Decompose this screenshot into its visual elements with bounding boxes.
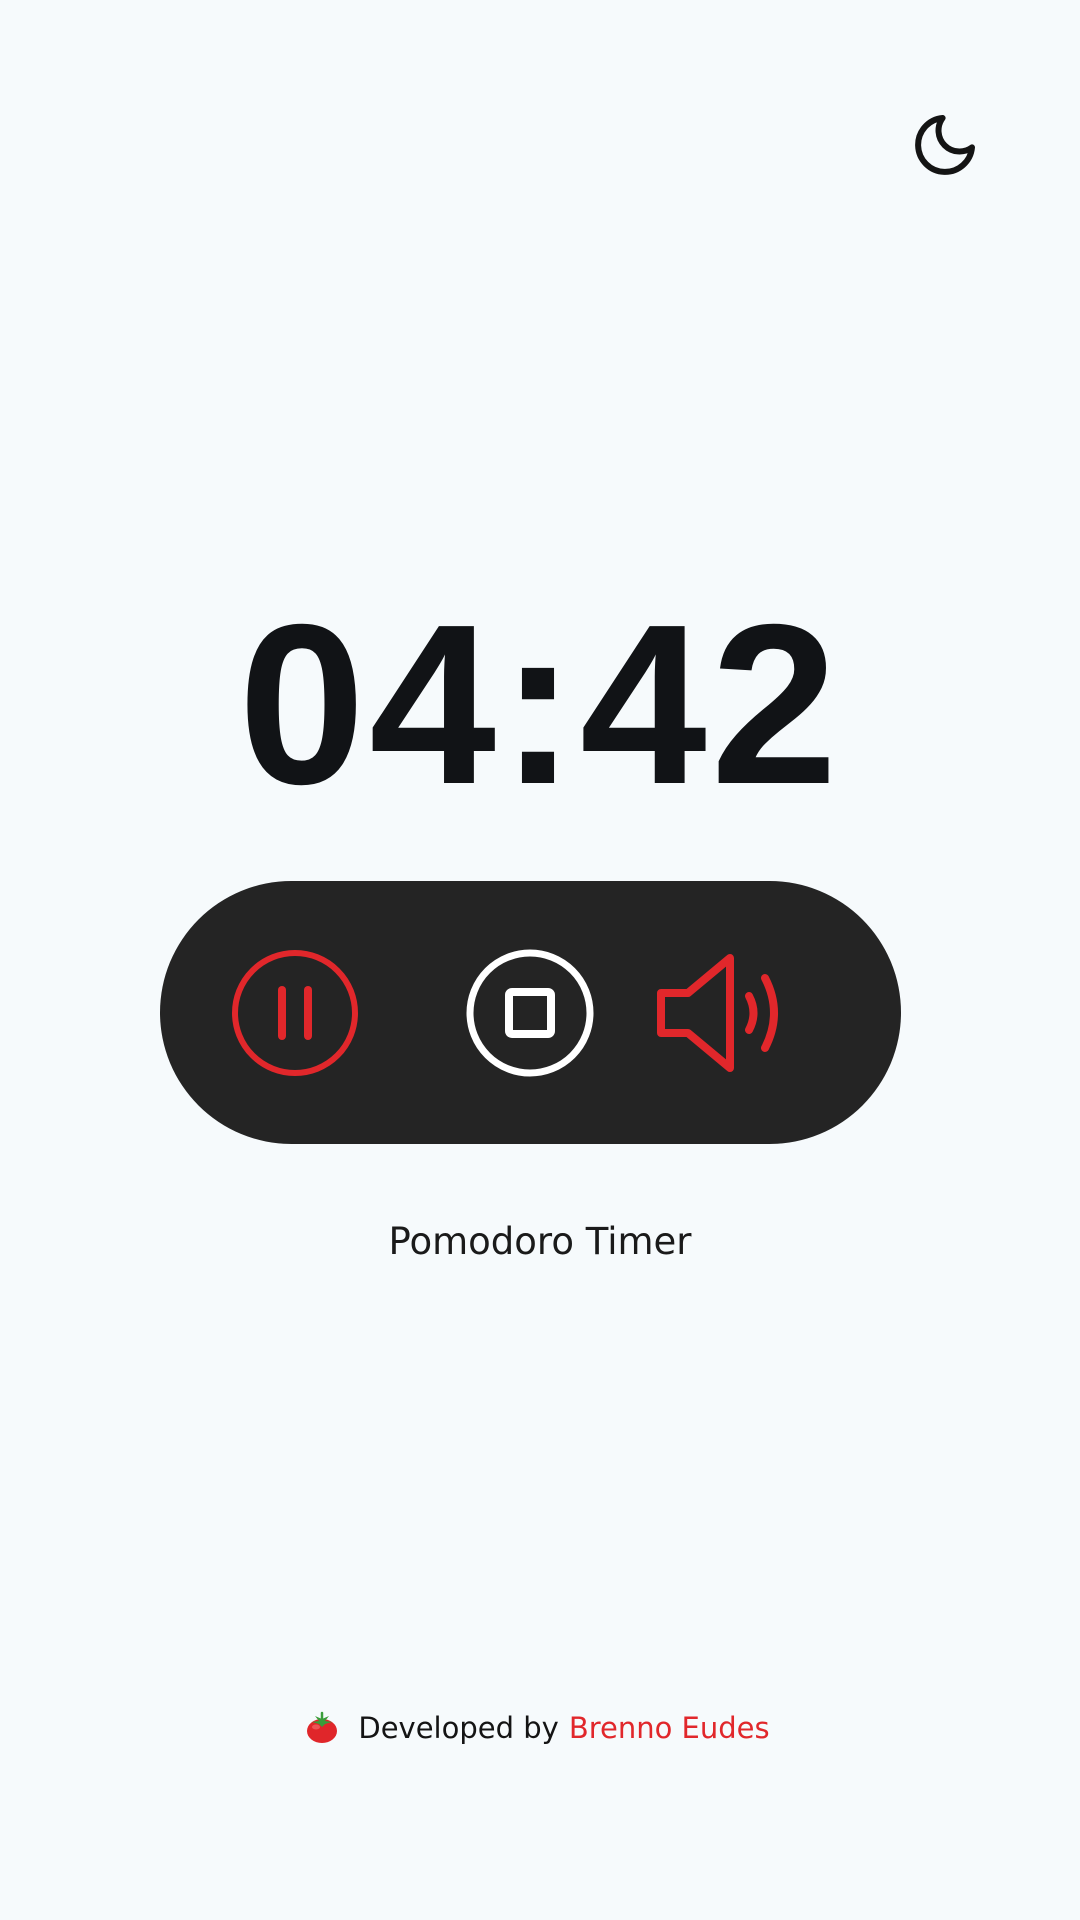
pause-button[interactable] — [227, 945, 363, 1081]
volume-icon — [657, 954, 778, 1072]
theme-toggle-button[interactable] — [905, 105, 985, 185]
app-title: Pomodoro Timer — [388, 1220, 692, 1263]
timer-controls — [160, 881, 901, 1144]
footer-credit-text: Developed by — [358, 1711, 559, 1745]
tomato-icon — [307, 1711, 338, 1743]
stop-circle-icon — [466, 949, 594, 1077]
moon-icon — [915, 115, 975, 175]
stop-button[interactable] — [462, 945, 598, 1081]
pause-circle-icon — [232, 950, 358, 1076]
timer-display: 04:42 — [238, 578, 842, 832]
sound-toggle-button[interactable] — [650, 945, 800, 1081]
author-link[interactable]: Brenno Eudes — [569, 1708, 770, 1748]
footer: Developed by Brenno Eudes — [0, 1708, 1080, 1748]
